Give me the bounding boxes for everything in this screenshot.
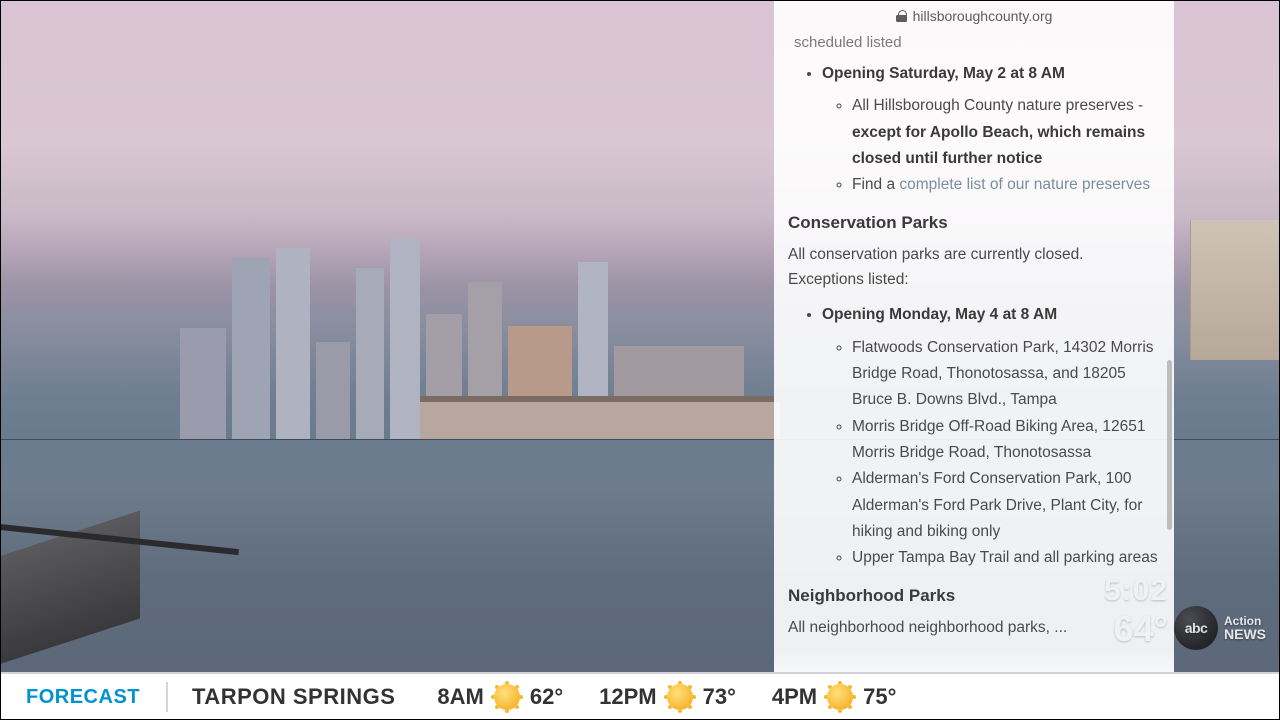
list-item: Upper Tampa Bay Trail and all parking ar… <box>852 545 1160 571</box>
convention-center <box>420 396 780 440</box>
ticker-city: TARPON SPRINGS <box>168 684 419 710</box>
opening-date-nature: Opening Saturday, May 2 at 8 AM <box>822 65 1065 82</box>
list-item: Opening Monday, May 4 at 8 AM Flatwoods … <box>822 302 1160 571</box>
truncated-top-line: scheduled listed <box>794 34 1160 51</box>
list-item: Morris Bridge Off-Road Biking Area, 1265… <box>852 414 1160 467</box>
forecast-time: 4PM <box>772 684 817 710</box>
right-edge-building <box>1190 220 1280 360</box>
opening-date-conservation: Opening Monday, May 4 at 8 AM <box>822 306 1057 323</box>
forecast-temp: 75° <box>863 684 896 710</box>
list-item: All Hillsborough County nature preserves… <box>852 93 1160 172</box>
sunny-icon <box>827 684 853 710</box>
address-bar-domain: hillsboroughcounty.org <box>913 8 1053 24</box>
station-logo-text: Action NEWS <box>1224 615 1266 641</box>
time-temp-bug: 5:02 64° <box>1104 574 1168 650</box>
forecast-time: 8AM <box>437 684 483 710</box>
forecast-slot: 8AM 62° <box>419 684 581 710</box>
list-item: Flatwoods Conservation Park, 14302 Morri… <box>852 335 1160 414</box>
conservation-parks-heading: Conservation Parks <box>788 213 1160 233</box>
forecast-ticker: FORECAST TARPON SPRINGS 8AM 62° 12PM 73°… <box>0 672 1280 720</box>
panel-scrollbar[interactable] <box>1167 360 1172 530</box>
broadcast-frame: hillsboroughcounty.org scheduled listed … <box>0 0 1280 720</box>
nature-item-exception: except for Apollo Beach, which remains c… <box>852 124 1145 167</box>
sunny-icon <box>667 684 693 710</box>
forecast-slot: 4PM 75° <box>754 684 915 710</box>
conservation-list: Opening Monday, May 4 at 8 AM Flatwoods … <box>788 302 1160 571</box>
station-logo: abc Action NEWS <box>1174 606 1266 650</box>
lock-icon <box>896 10 907 22</box>
nature-preserves-list: Opening Saturday, May 2 at 8 AM All Hill… <box>788 61 1160 199</box>
sunny-icon <box>494 684 520 710</box>
list-item: Opening Saturday, May 2 at 8 AM All Hill… <box>822 61 1160 199</box>
nature-findlist-prefix: Find a <box>852 176 899 193</box>
browser-address-bar[interactable]: hillsboroughcounty.org <box>788 6 1160 32</box>
list-item: Find a complete list of our nature prese… <box>852 172 1160 198</box>
list-item: Alderman's Ford Conservation Park, 100 A… <box>852 466 1160 545</box>
forecast-temp: 62° <box>530 684 563 710</box>
nature-preserves-link[interactable]: complete list of our nature preserves <box>899 176 1150 193</box>
forecast-slot: 12PM 73° <box>581 684 754 710</box>
nature-item-text: All Hillsborough County nature preserves… <box>852 97 1143 114</box>
forecast-temp: 73° <box>703 684 736 710</box>
station-logo-line2: NEWS <box>1224 627 1266 641</box>
abc-disc-icon: abc <box>1174 606 1218 650</box>
forecast-time: 12PM <box>599 684 656 710</box>
conservation-intro: All conservation parks are currently clo… <box>788 243 1160 293</box>
clock-temp: 64° <box>1104 608 1168 650</box>
ticker-label: FORECAST <box>0 686 166 709</box>
clock-time: 5:02 <box>1104 574 1168 608</box>
